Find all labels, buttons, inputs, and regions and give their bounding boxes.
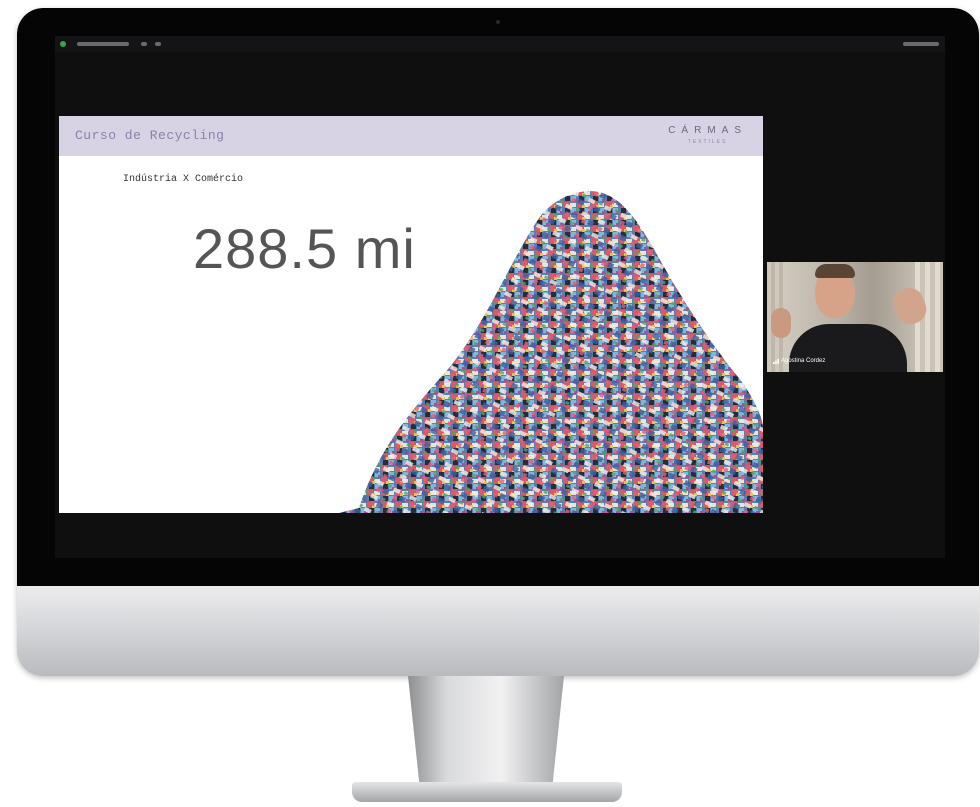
participant-name-label: Agostina Cordez bbox=[773, 358, 825, 364]
participant-name: Agostina Cordez bbox=[781, 358, 826, 364]
participant-hair bbox=[815, 264, 855, 278]
monitor: Curso de Recycling CÁRMAS TEXTILES Indús… bbox=[17, 8, 979, 676]
monitor-chin bbox=[17, 586, 979, 676]
window-green-dot-icon[interactable] bbox=[60, 41, 66, 47]
monitor-stand-foot bbox=[352, 782, 622, 802]
shared-slide: Curso de Recycling CÁRMAS TEXTILES Indús… bbox=[59, 116, 763, 513]
brand-logo: CÁRMAS TEXTILES bbox=[668, 125, 747, 145]
window-title-text-placeholder bbox=[77, 42, 129, 46]
signal-bars-icon bbox=[773, 358, 779, 364]
toolbar-icon[interactable] bbox=[141, 42, 147, 46]
camera-icon bbox=[496, 20, 500, 24]
monitor-stand-neck bbox=[408, 676, 564, 790]
participant-video[interactable]: Agostina Cordez bbox=[767, 262, 943, 372]
imac-mockup: Curso de Recycling CÁRMAS TEXTILES Indús… bbox=[0, 0, 980, 807]
brand-name: CÁRMAS bbox=[668, 125, 747, 136]
toolbar-icon[interactable] bbox=[155, 42, 161, 46]
brand-subtitle: TEXTILES bbox=[687, 139, 728, 145]
slide-subtitle: Indústria X Comércio bbox=[123, 174, 244, 185]
slide-header: Curso de Recycling CÁRMAS TEXTILES bbox=[59, 116, 763, 156]
textile-pile-image bbox=[339, 191, 763, 513]
view-options-button[interactable] bbox=[903, 42, 939, 46]
slide-title: Curso de Recycling bbox=[75, 128, 225, 143]
monitor-bezel: Curso de Recycling CÁRMAS TEXTILES Indús… bbox=[17, 8, 979, 586]
participant-hand bbox=[771, 308, 791, 338]
zoom-window: Curso de Recycling CÁRMAS TEXTILES Indús… bbox=[55, 36, 945, 558]
participant-body bbox=[789, 324, 907, 372]
window-titlebar bbox=[55, 36, 945, 52]
